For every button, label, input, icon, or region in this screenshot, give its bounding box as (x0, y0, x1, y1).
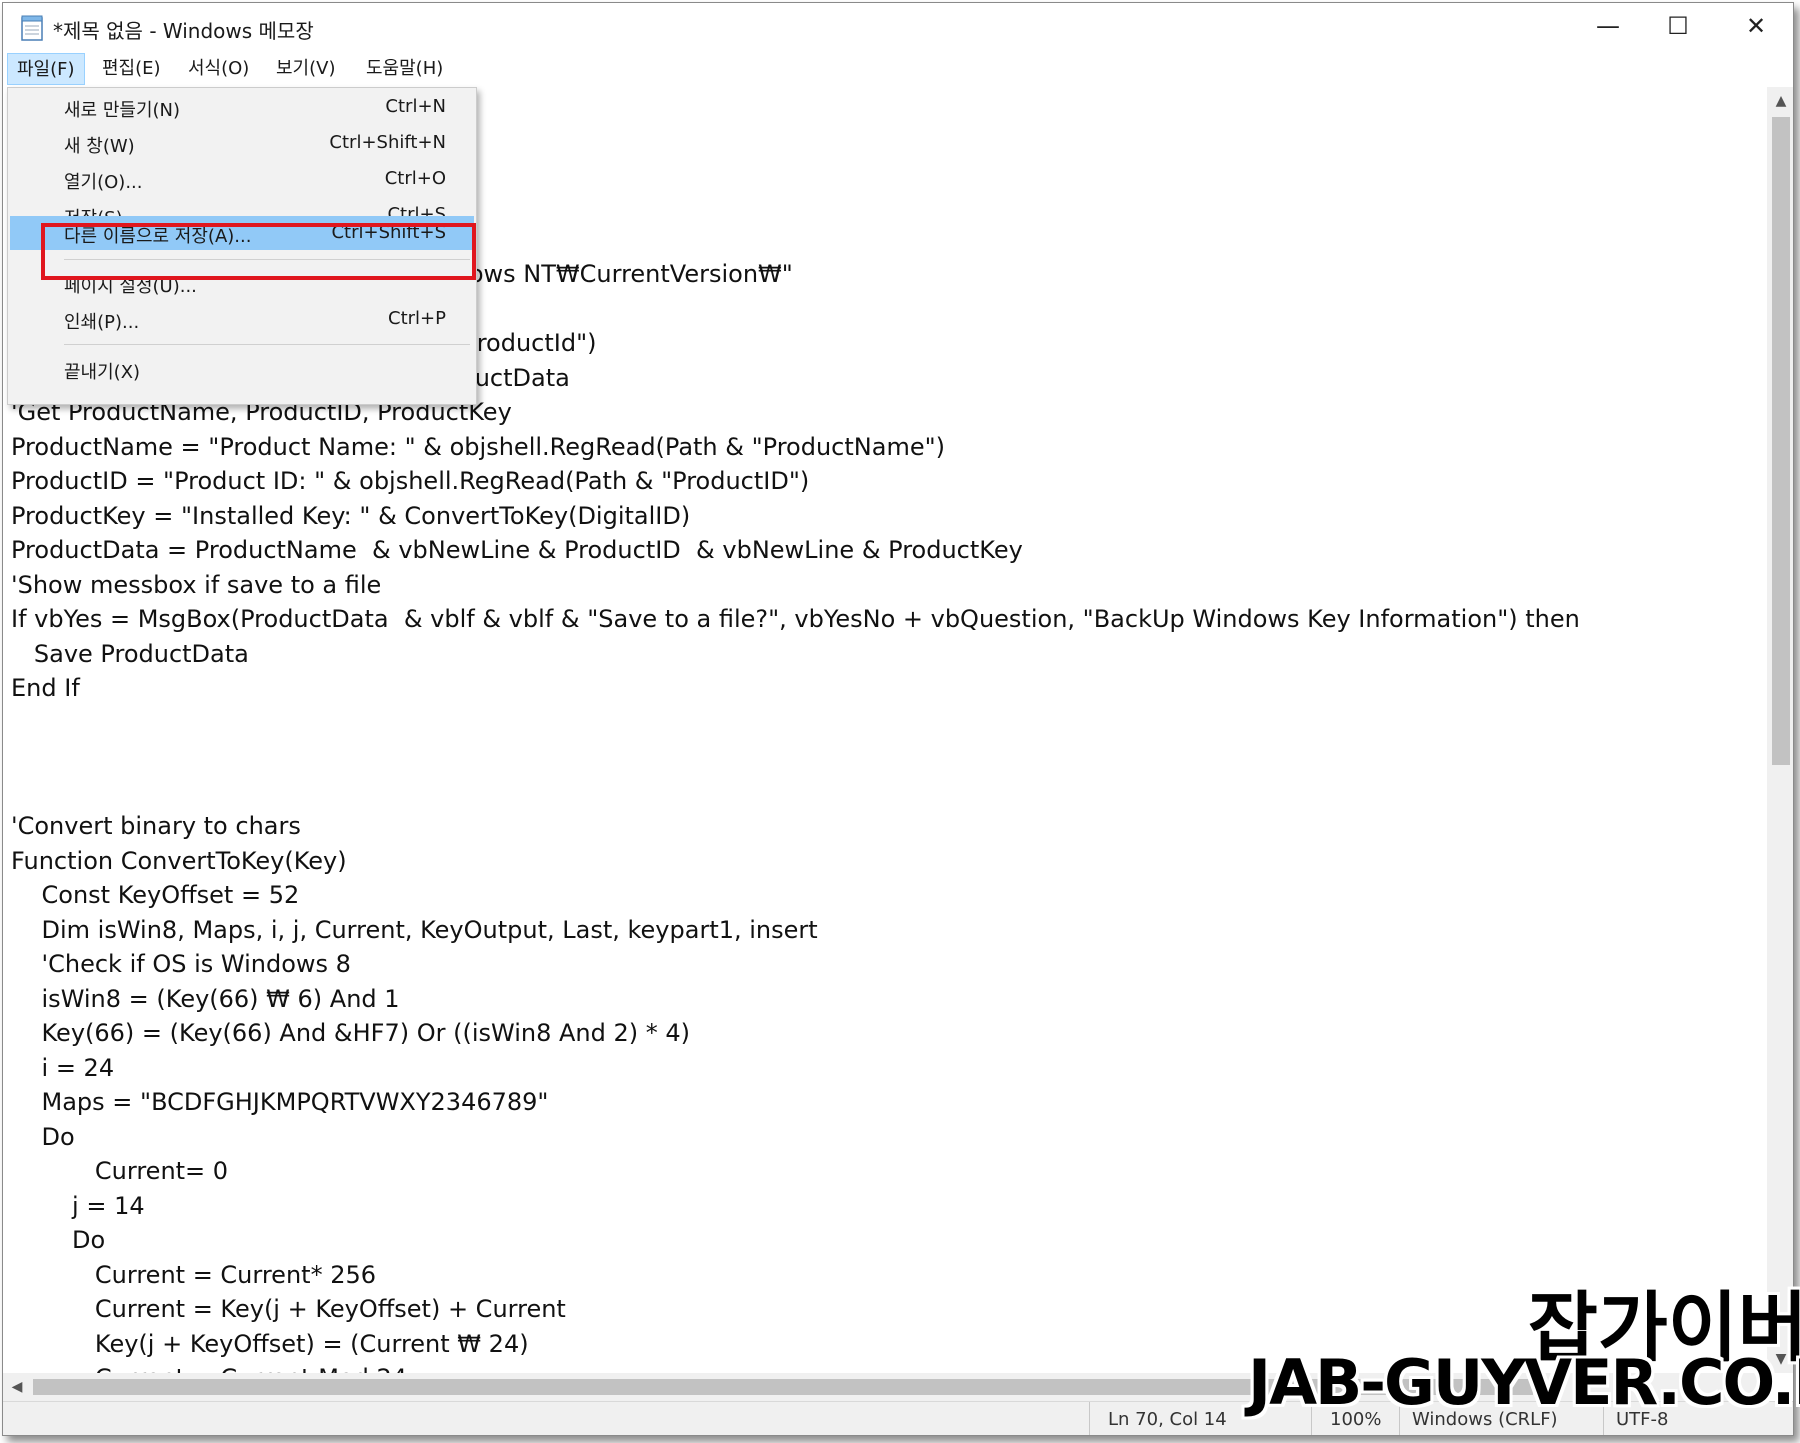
editor-line: Save ProductData (11, 639, 249, 668)
vertical-scroll-thumb[interactable] (1772, 117, 1790, 765)
editor-line: j = 14 (11, 1191, 145, 1220)
editor-line: isWin8 = (Key(66) ₩ 6) And 1 (11, 984, 400, 1013)
editor-line: ProductID = "Product ID: " & objshell.Re… (11, 467, 810, 495)
editor-line: Key(66) = (Key(66) And &HF7) Or ((isWin8… (11, 1019, 691, 1047)
maximize-button[interactable]: ☐ (1643, 3, 1713, 49)
close-icon: ✕ (1745, 12, 1767, 40)
menu-help[interactable]: 도움말(H) (357, 53, 452, 85)
vertical-scrollbar[interactable]: ▲ ▼ (1767, 87, 1793, 1373)
menu-edit[interactable]: 편집(E) (93, 53, 170, 85)
editor-line: Do (11, 1226, 106, 1254)
scroll-up-icon[interactable]: ▲ (1767, 87, 1793, 115)
annotation-highlight-box (41, 223, 476, 280)
close-button[interactable]: ✕ (1721, 3, 1791, 49)
file-menu-exit[interactable]: 끝내기(X) (10, 352, 474, 386)
notepad-window: *제목 없음 - Windows 메모장 — ☐ ✕ 파일(F) 편집(E) 서… (2, 2, 1794, 1436)
watermark-domain: JAB-GUYVER.CO.KR (1248, 1346, 1800, 1419)
editor-line: End If (11, 674, 80, 702)
menu-file[interactable]: 파일(F) (7, 53, 85, 85)
file-menu-print[interactable]: 인쇄(P)... Ctrl+P (10, 302, 474, 336)
editor-line: Dim isWin8, Maps, i, j, Current, KeyOutp… (11, 915, 818, 944)
scroll-left-icon[interactable]: ◀ (3, 1373, 31, 1401)
editor-line: Current = Current* 256 (11, 1260, 377, 1289)
editor-line: ProductData = ProductName & vbNewLine & … (11, 536, 1023, 564)
window-title: *제목 없음 - Windows 메모장 (53, 19, 314, 43)
menu-view[interactable]: 보기(V) (267, 53, 344, 85)
minimize-icon: — (1596, 12, 1620, 40)
file-menu-save[interactable]: 저장(S) Ctrl+S (10, 198, 474, 216)
editor-line: Maps = "BCDFGHJKMPQRTVWXY2346789" (11, 1088, 549, 1116)
editor-line: ProductName = "Product Name: " & objshel… (11, 432, 945, 461)
menu-format[interactable]: 서식(O) (179, 53, 258, 85)
editor-line: Function ConvertToKey(Key) (11, 846, 347, 875)
editor-line: Const KeyOffset = 52 (11, 881, 300, 909)
editor-line: i = 24 (11, 1053, 115, 1082)
file-menu-open[interactable]: 열기(O)... Ctrl+O (10, 162, 474, 196)
editor-line: ProductKey = "Installed Key: " & Convert… (11, 501, 691, 530)
notepad-icon (21, 15, 43, 41)
editor-line: If vbYes = MsgBox(ProductData & vblf & v… (11, 605, 1580, 633)
editor-line: 'Convert binary to chars (11, 812, 301, 840)
minimize-button[interactable]: — (1573, 3, 1643, 49)
title-bar[interactable]: *제목 없음 - Windows 메모장 — ☐ ✕ (3, 3, 1793, 49)
editor-line: Current = Key(j + KeyOffset) + Current (11, 1295, 566, 1323)
menu-bar: 파일(F) 편집(E) 서식(O) 보기(V) 도움말(H) (3, 51, 1793, 85)
editor-line: 'Show messbox if save to a file (11, 570, 382, 599)
file-menu-new[interactable]: 새로 만들기(N) Ctrl+N (10, 90, 474, 124)
editor-line: Do (11, 1122, 75, 1151)
menu-separator (64, 344, 470, 345)
editor-line: 'Check if OS is Windows 8 (11, 950, 351, 978)
maximize-icon: ☐ (1667, 12, 1689, 40)
file-menu-new-window[interactable]: 새 창(W) Ctrl+Shift+N (10, 126, 474, 160)
editor-line: Current= 0 (11, 1157, 229, 1185)
